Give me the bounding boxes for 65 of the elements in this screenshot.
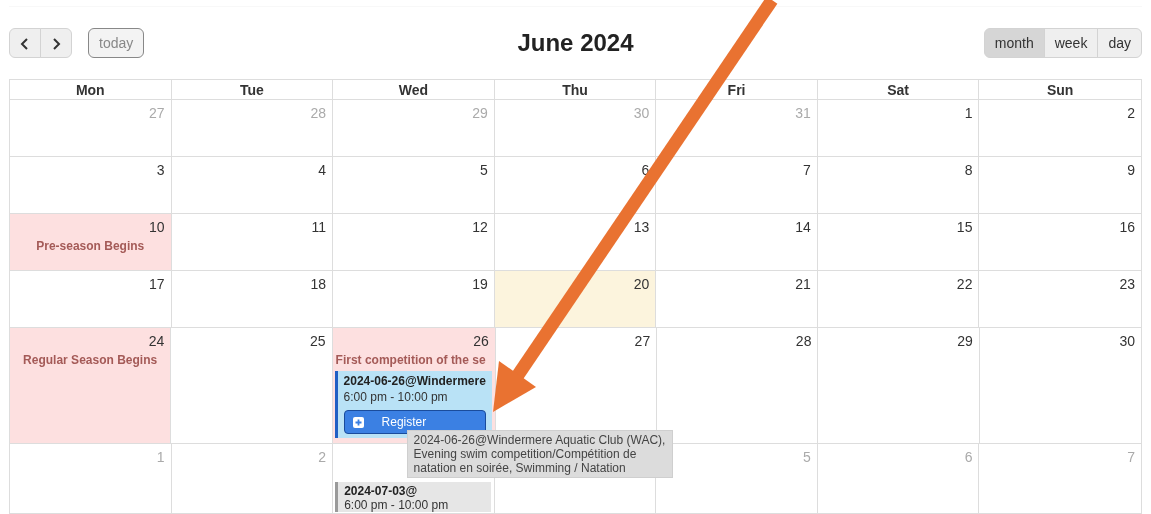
day-number: 29 <box>472 105 488 121</box>
background-event-label: First competition of the se <box>334 352 487 369</box>
day-number: 12 <box>472 219 488 235</box>
day-number: 30 <box>633 105 650 121</box>
chevron-right-icon <box>51 36 61 51</box>
day-number: 5 <box>803 449 811 465</box>
day-number: 26 <box>473 333 489 349</box>
register-button[interactable]: Register <box>343 410 486 434</box>
day-number: 13 <box>633 219 650 235</box>
background-event-label: Pre-season Begins <box>35 238 146 255</box>
day-number: 19 <box>472 276 488 292</box>
day-number: 28 <box>310 105 327 121</box>
plus-icon <box>352 416 364 428</box>
day-number: 7 <box>803 162 811 178</box>
day-number: 18 <box>310 276 327 292</box>
day-number: 25 <box>309 333 326 349</box>
day-number: 1 <box>964 105 973 121</box>
day-number: 4 <box>318 162 327 178</box>
day-number: 14 <box>795 219 811 235</box>
event-time: 6:00 pm - 10:00 pm <box>343 389 449 405</box>
calendar-title: June 2024 <box>517 28 634 58</box>
weekday-header: Tue <box>171 80 334 100</box>
day-number: 29 <box>957 333 973 349</box>
next-button[interactable] <box>40 28 72 58</box>
day-number: 20 <box>633 276 650 292</box>
weekday-header: Mon <box>10 80 172 100</box>
view-tab[interactable]: day <box>1097 28 1142 58</box>
day-number: 15 <box>956 219 973 235</box>
day-number: 8 <box>964 162 973 178</box>
view-tab[interactable]: month <box>983 28 1045 58</box>
day-number: 17 <box>149 276 165 292</box>
previous-button[interactable] <box>9 28 41 58</box>
event-title: 2024-06-26@Windermere <box>343 373 486 389</box>
weekday-header: Sat <box>817 80 980 100</box>
day-number: 27 <box>634 333 651 349</box>
day-number: 3 <box>156 162 165 178</box>
day-number: 28 <box>795 333 812 349</box>
event-time: 6:00 pm - 10:00 pm <box>344 498 450 512</box>
day-number: 7 <box>1127 449 1135 465</box>
day-number: 23 <box>1119 276 1135 292</box>
tooltip: 2024-06-26@Windermere Aquatic Club (WAC), Evening swim competition/Compétition de natation en soirée, Swimming / Natation <box>406 430 673 478</box>
day-number: 9 <box>1127 162 1135 178</box>
day-number: 16 <box>1119 219 1135 235</box>
weekday-header: Sun <box>979 80 1141 100</box>
chevron-left-icon <box>20 36 30 51</box>
event-block[interactable]: 2024-07-03@ 6:00 pm - 10:00 pm <box>335 482 491 512</box>
day-number: 21 <box>795 276 811 292</box>
weekday-header: Fri <box>656 80 818 100</box>
weekday-header: Thu <box>494 80 657 100</box>
day-number: 6 <box>964 449 973 465</box>
day-number: 31 <box>795 105 811 121</box>
day-number: 27 <box>149 105 165 121</box>
day-number: 10 <box>149 219 165 235</box>
view-tab[interactable]: week <box>1043 28 1099 58</box>
day-number: 5 <box>479 162 488 178</box>
day-number: 22 <box>956 276 973 292</box>
day-number: 30 <box>1119 333 1135 349</box>
weekday-header: Wed <box>333 80 495 100</box>
day-number: 11 <box>311 219 327 235</box>
day-number: 24 <box>148 333 165 349</box>
background-event-label: Regular Season Begins <box>22 352 159 369</box>
day-number: 2 <box>318 449 327 465</box>
event-title: 2024-07-03@ <box>344 484 419 498</box>
day-number: 1 <box>156 449 165 465</box>
day-number: 2 <box>1127 105 1135 121</box>
